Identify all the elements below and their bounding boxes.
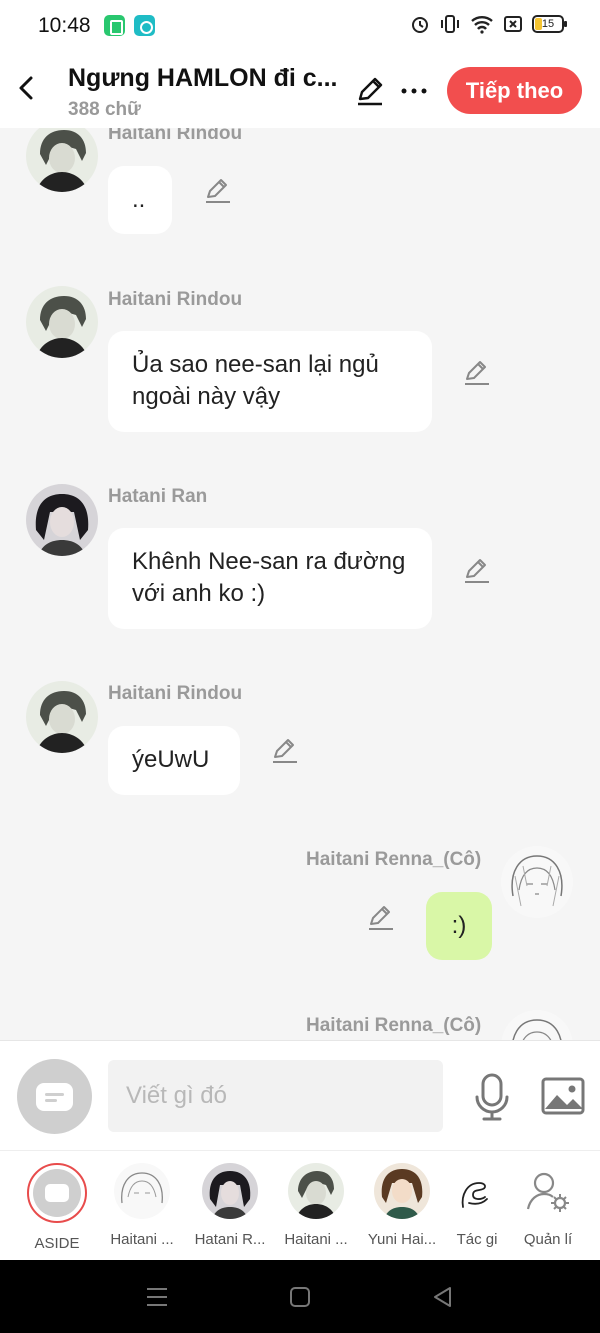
microphone-icon[interactable] [472, 1073, 512, 1121]
system-nav-bar [0, 1260, 600, 1333]
character-label: Yuni Hai... [367, 1231, 437, 1248]
edit-message-icon[interactable] [462, 358, 492, 388]
aside-toggle-button[interactable] [17, 1059, 92, 1134]
avatar-ran[interactable] [26, 484, 98, 556]
character-item[interactable]: Yuni Hai... [360, 1163, 444, 1248]
edit-message-icon[interactable] [203, 176, 233, 206]
character-avatar [449, 1163, 505, 1219]
avatar-renna[interactable] [501, 1010, 573, 1040]
alarm-icon [412, 17, 428, 33]
character-item[interactable]: Haitani ... [100, 1163, 184, 1248]
avatar-rindou[interactable] [26, 128, 98, 192]
message-bubble[interactable]: .. [108, 166, 172, 234]
character-avatar [288, 1163, 344, 1219]
character-label: Tác gi [456, 1231, 498, 1248]
edit-message-icon[interactable] [270, 736, 300, 766]
sender-name: Haitani Renna_(Cô) [306, 849, 482, 870]
menu-icon[interactable] [144, 1284, 170, 1310]
character-item[interactable]: Hatani R... [188, 1163, 272, 1248]
character-label: Hatani R... [194, 1231, 266, 1248]
message-bubble-mine[interactable]: :) [426, 892, 492, 960]
no-sim-icon [504, 16, 522, 32]
character-avatar [114, 1163, 170, 1219]
word-count: 388 chữ [68, 99, 141, 120]
edit-message-icon[interactable] [366, 903, 396, 933]
app-notification-icon [104, 15, 125, 36]
avatar-rindou[interactable] [26, 286, 98, 358]
character-label: ASIDE [34, 1235, 80, 1252]
more-options-icon[interactable] [398, 74, 430, 108]
status-bar: 10:48 15 [0, 0, 600, 54]
chevron-left-icon[interactable] [12, 70, 42, 106]
edit-message-icon[interactable] [462, 556, 492, 586]
sender-name: Haitani Rindou [108, 683, 243, 704]
page-title: Ngưng HAMLON đi c... [68, 64, 338, 92]
sender-name: Haitani Rindou [108, 289, 243, 310]
app-notification-icon [134, 15, 155, 36]
character-label: Haitani ... [110, 1231, 174, 1248]
sender-name: Haitani Renna_(Cô) [306, 1015, 482, 1036]
back-triangle-icon[interactable] [430, 1284, 456, 1310]
character-selector: ASIDE Haitani ... Hatani R... Haitani ..… [0, 1150, 600, 1260]
chat-list[interactable]: Haitani Rindou .. Haitani Rindou Ủa sao … [0, 128, 600, 1040]
message-bubble[interactable]: ýeUwU [108, 726, 240, 795]
character-avatar [374, 1163, 430, 1219]
wifi-icon [471, 16, 493, 34]
sender-name: Haitani Rindou [108, 128, 243, 144]
composer-bar [0, 1040, 600, 1150]
app-bar: Ngưng HAMLON đi c... 388 chữ Tiếp theo [0, 54, 600, 128]
sender-name: Hatani Ran [108, 486, 208, 507]
character-label: Haitani ... [284, 1231, 348, 1248]
vibrate-icon [441, 15, 459, 33]
next-button[interactable]: Tiếp theo [447, 67, 582, 114]
battery-icon: 15 [532, 15, 567, 33]
character-item[interactable]: Tác gi [446, 1163, 508, 1248]
character-item[interactable]: Haitani ... [274, 1163, 358, 1248]
manage-characters-button[interactable]: Quản lí [508, 1163, 588, 1248]
character-aside[interactable]: ASIDE [15, 1163, 99, 1252]
edit-title-icon[interactable] [353, 74, 387, 108]
status-time: 10:48 [38, 14, 91, 37]
avatar-rindou[interactable] [26, 681, 98, 753]
home-icon[interactable] [287, 1284, 313, 1310]
character-label: Quản lí [523, 1231, 573, 1248]
character-avatar [202, 1163, 258, 1219]
message-bubble[interactable]: Ủa sao nee-san lại ngủ ngoài này vậy [108, 331, 432, 432]
user-settings-icon [520, 1163, 576, 1219]
aside-icon [36, 1083, 73, 1111]
image-icon[interactable] [541, 1076, 585, 1116]
message-input[interactable] [108, 1060, 443, 1132]
avatar-renna[interactable] [501, 846, 573, 918]
battery-level: 15 [541, 18, 555, 30]
message-bubble[interactable]: Khênh Nee-san ra đường với anh ko :) [108, 528, 432, 629]
aside-icon [27, 1163, 87, 1223]
